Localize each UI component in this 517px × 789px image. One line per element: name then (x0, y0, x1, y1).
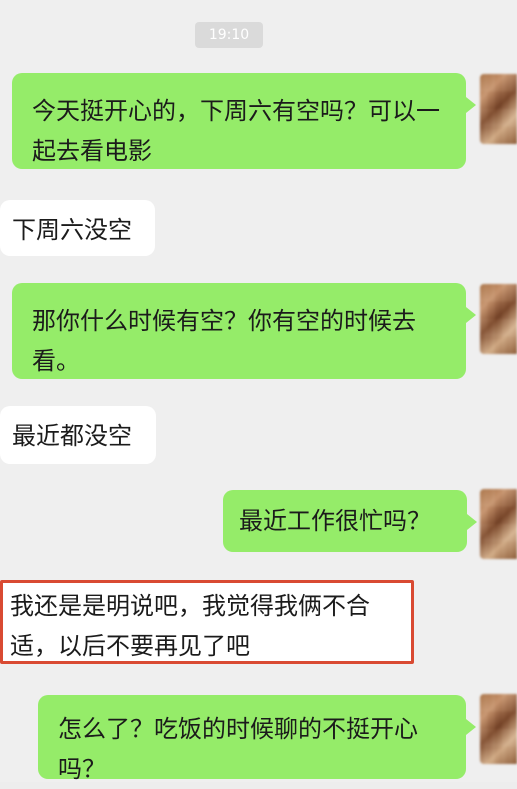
sent-message-1: 今天挺开心的，下周六有空吗？可以一起去看电影 (12, 73, 476, 169)
avatar-icon (480, 489, 517, 559)
sent-message-4: 怎么了？吃饭的时候聊的不挺开心吗？ (38, 695, 476, 783)
timestamp-label: 19:10 (195, 22, 263, 48)
received-message-3: 我还是是明说吧，我觉得我俩不合适，以后不要再见了吧 (0, 580, 414, 664)
avatar-icon (480, 694, 517, 764)
received-message-1: 下周六没空 (0, 200, 155, 256)
avatar-icon (480, 284, 517, 354)
chat-screen: 19:10 今天挺开心的，下周六有空吗？可以一起去看电影 下周六没空 那你什么时… (0, 0, 517, 783)
sent-message-2: 那你什么时候有空？你有空的时候去看。 (12, 283, 476, 379)
received-message-2: 最近都没空 (0, 406, 156, 464)
sent-message-3: 最近工作很忙吗？ (223, 490, 477, 552)
avatar-icon (480, 74, 517, 144)
